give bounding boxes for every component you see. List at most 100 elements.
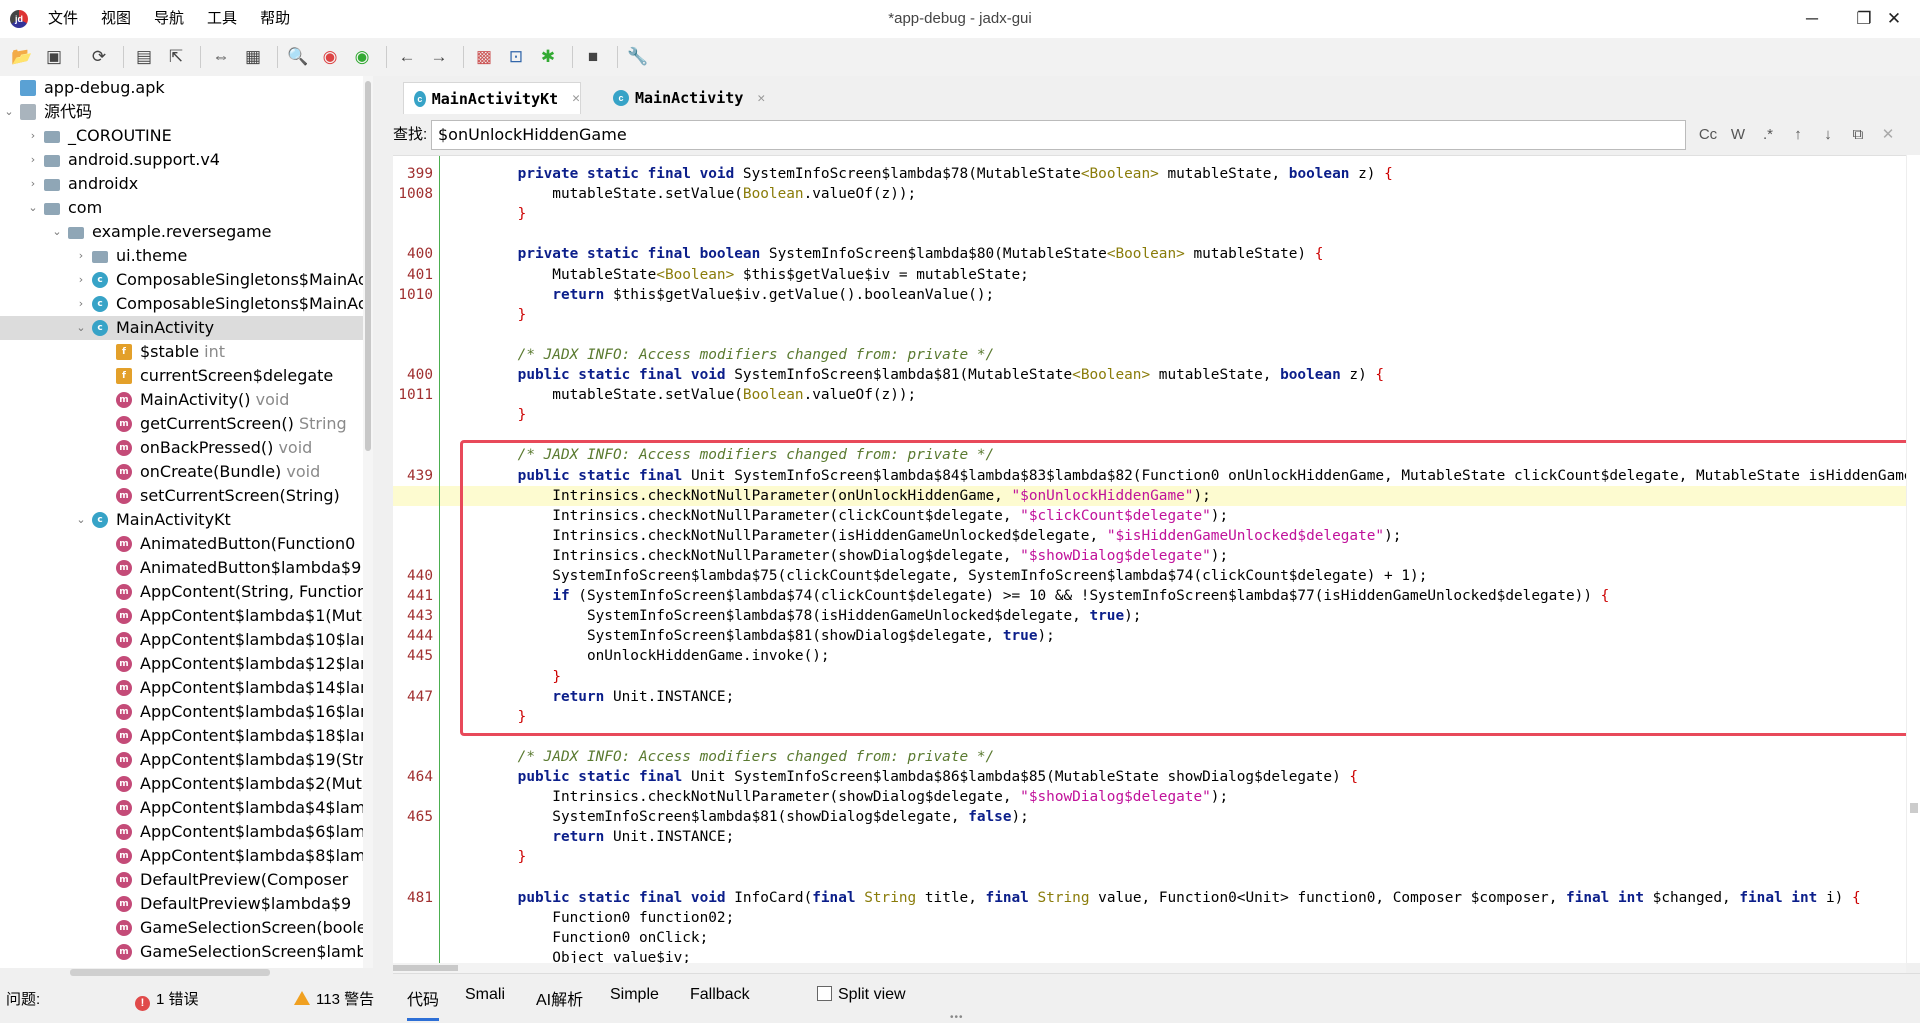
tree-item[interactable]: f $stable int bbox=[0, 340, 372, 364]
tree-item[interactable]: ⌄ 源代码 bbox=[0, 100, 372, 124]
tree-item[interactable]: ›c ComposableSingletons$MainActivityKt bbox=[0, 268, 372, 292]
code-line[interactable]: 1010 return $this$getValue$iv.getValue()… bbox=[393, 285, 1906, 305]
code-line[interactable]: 447 return Unit.INSTANCE; bbox=[393, 687, 1906, 707]
tree-item[interactable]: m getCurrentScreen() String bbox=[0, 412, 372, 436]
tab-mainactivity[interactable]: c MainActivity ✕ bbox=[603, 82, 773, 114]
tree-item[interactable]: m onBackPressed() void bbox=[0, 436, 372, 460]
open-icon[interactable]: 📂 bbox=[8, 43, 36, 71]
mark-all-button[interactable]: ⧉ bbox=[1845, 123, 1871, 147]
resize-handle-icon[interactable]: ••• bbox=[950, 1012, 964, 1023]
expand-toggle-icon[interactable]: ⌄ bbox=[26, 196, 40, 220]
tab-fallback[interactable]: Fallback bbox=[690, 986, 750, 1004]
settings-icon[interactable]: 🔧 bbox=[624, 43, 652, 71]
tree-item[interactable]: m DefaultPreview(Composer bbox=[0, 868, 372, 892]
code-line[interactable]: Intrinsics.checkNotNullParameter(clickCo… bbox=[393, 506, 1906, 526]
tree-horizontal-scrollbar[interactable] bbox=[0, 968, 373, 977]
code-line[interactable]: Function0 function02; bbox=[393, 908, 1906, 928]
tree-item[interactable]: m AppContent$lambda$6$lambda bbox=[0, 820, 372, 844]
deobfuscation-icon[interactable]: ▩ bbox=[470, 43, 498, 71]
code-line[interactable]: } bbox=[393, 707, 1906, 727]
tab-smali[interactable]: Smali bbox=[465, 986, 505, 1004]
code-line[interactable]: 401 MutableState<Boolean> $this$getValue… bbox=[393, 265, 1906, 285]
expand-toggle-icon[interactable]: ⌄ bbox=[74, 508, 88, 532]
code-line[interactable]: 445 onUnlockHiddenGame.invoke(); bbox=[393, 646, 1906, 666]
expand-toggle-icon[interactable]: › bbox=[74, 292, 88, 316]
code-line[interactable]: Intrinsics.checkNotNullParameter(onUnloc… bbox=[393, 485, 1906, 506]
code-line[interactable] bbox=[393, 727, 1906, 747]
errors-indicator[interactable]: ! 1 错误 bbox=[135, 988, 199, 1011]
tab-mainactivitykt[interactable]: c MainActivityKt ✕ bbox=[403, 82, 581, 114]
menu-navigation[interactable]: 导航 bbox=[154, 0, 184, 38]
tree-item[interactable]: › ui.theme bbox=[0, 244, 372, 268]
regex-button[interactable]: .* bbox=[1755, 123, 1781, 147]
tree-item[interactable]: m AppContent$lambda$19(String bbox=[0, 748, 372, 772]
tree-item[interactable]: m onCreate(Bundle) void bbox=[0, 460, 372, 484]
expand-toggle-icon[interactable]: ⌄ bbox=[50, 220, 64, 244]
tab-code[interactable]: 代码 bbox=[407, 986, 440, 1021]
code-editor[interactable]: 399 private static final void SystemInfo… bbox=[393, 155, 1906, 963]
code-line[interactable]: Function0 onClick; bbox=[393, 928, 1906, 948]
next-match-button[interactable]: ↓ bbox=[1815, 123, 1841, 147]
forward-icon[interactable]: → bbox=[425, 43, 453, 71]
tree-item[interactable]: m setCurrentScreen(String) bbox=[0, 484, 372, 508]
back-icon[interactable]: ← bbox=[393, 43, 421, 71]
code-line[interactable] bbox=[393, 425, 1906, 445]
tree-scrollbar[interactable] bbox=[363, 76, 373, 969]
tree-item[interactable]: › androidx bbox=[0, 172, 372, 196]
menu-tools[interactable]: 工具 bbox=[207, 0, 237, 38]
quark-icon[interactable]: ⊡ bbox=[502, 43, 530, 71]
save-icon[interactable]: ▤ bbox=[130, 43, 158, 71]
code-line[interactable]: 1008 mutableState.setValue(Boolean.value… bbox=[393, 184, 1906, 204]
tree-item[interactable]: m AppContent$lambda$4$lambda bbox=[0, 796, 372, 820]
code-line[interactable]: 441 if (SystemInfoScreen$lambda$74(click… bbox=[393, 586, 1906, 606]
code-line[interactable]: 440 SystemInfoScreen$lambda$75(clickCoun… bbox=[393, 566, 1906, 586]
find-class-icon[interactable]: ◉ bbox=[348, 43, 376, 71]
tree-item[interactable]: m AppContent$lambda$16$lambda bbox=[0, 700, 372, 724]
tab-simple[interactable]: Simple bbox=[610, 986, 659, 1004]
expand-toggle-icon[interactable]: › bbox=[74, 268, 88, 292]
search-input[interactable]: $onUnlockHiddenGame bbox=[431, 120, 1686, 150]
close-tab-icon[interactable]: ✕ bbox=[572, 91, 580, 106]
menu-file[interactable]: 文件 bbox=[48, 0, 78, 38]
close-window-button[interactable]: ✕ bbox=[1868, 0, 1920, 38]
tree-item[interactable]: ⌄ c MainActivity bbox=[0, 316, 372, 340]
flatten-icon[interactable]: ▦ bbox=[239, 43, 267, 71]
minimize-button[interactable]: ─ bbox=[1786, 0, 1838, 38]
code-line[interactable]: Intrinsics.checkNotNullParameter(isHidde… bbox=[393, 526, 1906, 546]
tree-item[interactable]: m DefaultPreview$lambda$9 bbox=[0, 892, 372, 916]
tree-item[interactable]: m AnimatedButton$lambda$9 bbox=[0, 556, 372, 580]
tree-item[interactable]: m AppContent$lambda$1(Mutable bbox=[0, 604, 372, 628]
tree-item[interactable]: ⌄ com bbox=[0, 196, 372, 220]
tree-item[interactable]: ›c ComposableSingletons$MainActivityKt$la… bbox=[0, 292, 372, 316]
code-line[interactable] bbox=[393, 325, 1906, 345]
tree-item[interactable]: m AppContent$lambda$14$lambda bbox=[0, 676, 372, 700]
code-line[interactable]: /* JADX INFO: Access modifiers changed f… bbox=[393, 445, 1906, 465]
warnings-indicator[interactable]: 113 警告 bbox=[294, 988, 374, 1009]
code-line[interactable]: } bbox=[393, 847, 1906, 867]
code-line[interactable]: } bbox=[393, 667, 1906, 687]
debug-icon[interactable]: ✱ bbox=[534, 43, 562, 71]
tab-ai-analysis[interactable]: AI解析 bbox=[536, 986, 583, 1010]
search-icon[interactable]: 🔍 bbox=[284, 43, 312, 71]
expand-toggle-icon[interactable]: › bbox=[74, 244, 88, 268]
code-line[interactable]: 444 SystemInfoScreen$lambda$81(showDialo… bbox=[393, 626, 1906, 646]
close-tab-icon[interactable]: ✕ bbox=[757, 91, 765, 106]
tree-item[interactable]: ⌄ example.reversegame bbox=[0, 220, 372, 244]
code-line[interactable]: 439 public static final Unit SystemInfoS… bbox=[393, 466, 1906, 486]
expand-toggle-icon[interactable]: › bbox=[26, 124, 40, 148]
tree-item[interactable]: m MainActivity() void bbox=[0, 388, 372, 412]
split-view-toggle[interactable]: Split view bbox=[817, 986, 906, 1004]
expand-toggle-icon[interactable]: ⌄ bbox=[74, 316, 88, 340]
tree-item[interactable]: m GameSelectionScreen$lambda bbox=[0, 940, 372, 964]
tree-item[interactable]: › android.support.v4 bbox=[0, 148, 372, 172]
expand-toggle-icon[interactable]: › bbox=[26, 172, 40, 196]
code-line[interactable]: Intrinsics.checkNotNullParameter(showDia… bbox=[393, 787, 1906, 807]
sync-icon[interactable]: ⇔ bbox=[207, 43, 235, 71]
expand-toggle-icon[interactable]: › bbox=[26, 148, 40, 172]
code-line[interactable]: 400 private static final boolean SystemI… bbox=[393, 244, 1906, 264]
add-files-icon[interactable]: ▣ bbox=[40, 43, 68, 71]
menu-help[interactable]: 帮助 bbox=[260, 0, 290, 38]
code-line[interactable]: Intrinsics.checkNotNullParameter(showDia… bbox=[393, 546, 1906, 566]
tree-item[interactable]: app-debug.apk bbox=[0, 76, 372, 100]
whole-word-button[interactable]: W bbox=[1725, 123, 1751, 147]
